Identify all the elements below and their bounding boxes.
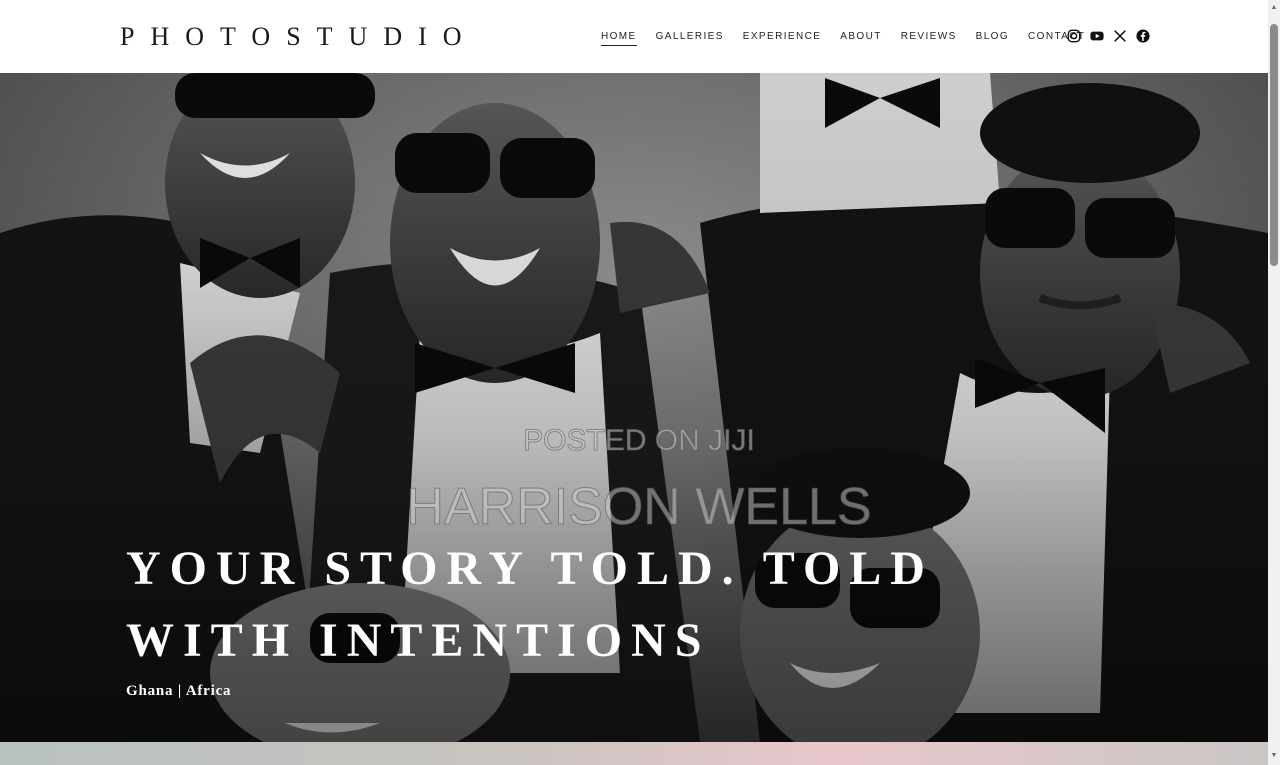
facebook-icon[interactable] <box>1136 29 1150 43</box>
watermark-posted-on: POSTED ON JIJI <box>523 424 756 458</box>
scroll-up-arrow-icon[interactable]: ▲ <box>1270 4 1278 12</box>
scrollbar-thumb[interactable] <box>1270 24 1278 266</box>
page-scrollbar[interactable]: ▲ ▼ <box>1268 0 1280 765</box>
hero-location: Ghana | Africa <box>126 683 232 699</box>
nav-galleries[interactable]: GALLERIES <box>656 31 724 46</box>
watermark-author: HARRISON WELLS <box>406 478 872 537</box>
scroll-down-arrow-icon[interactable]: ▼ <box>1270 752 1278 760</box>
x-icon[interactable] <box>1113 29 1127 43</box>
hero-section: POSTED ON JIJI HARRISON WELLS YOUR STORY… <box>0 73 1268 742</box>
main-nav: HOME GALLERIES EXPERIENCE ABOUT REVIEWS … <box>601 31 1104 46</box>
nav-blog[interactable]: BLOG <box>976 31 1009 46</box>
hero-headline: YOUR STORY TOLD. TOLD WITH INTENTIONS <box>126 542 934 667</box>
instagram-icon[interactable] <box>1067 29 1081 43</box>
nav-home[interactable]: HOME <box>601 31 637 46</box>
site-header: PHOTOSTUDIO HOME GALLERIES EXPERIENCE AB… <box>0 0 1268 73</box>
social-links <box>1067 29 1150 43</box>
next-section-preview <box>0 742 1268 765</box>
nav-about[interactable]: ABOUT <box>840 31 881 46</box>
nav-reviews[interactable]: REVIEWS <box>901 31 957 46</box>
youtube-icon[interactable] <box>1090 29 1104 43</box>
nav-experience[interactable]: EXPERIENCE <box>743 31 821 46</box>
site-logo[interactable]: PHOTOSTUDIO <box>120 22 478 52</box>
